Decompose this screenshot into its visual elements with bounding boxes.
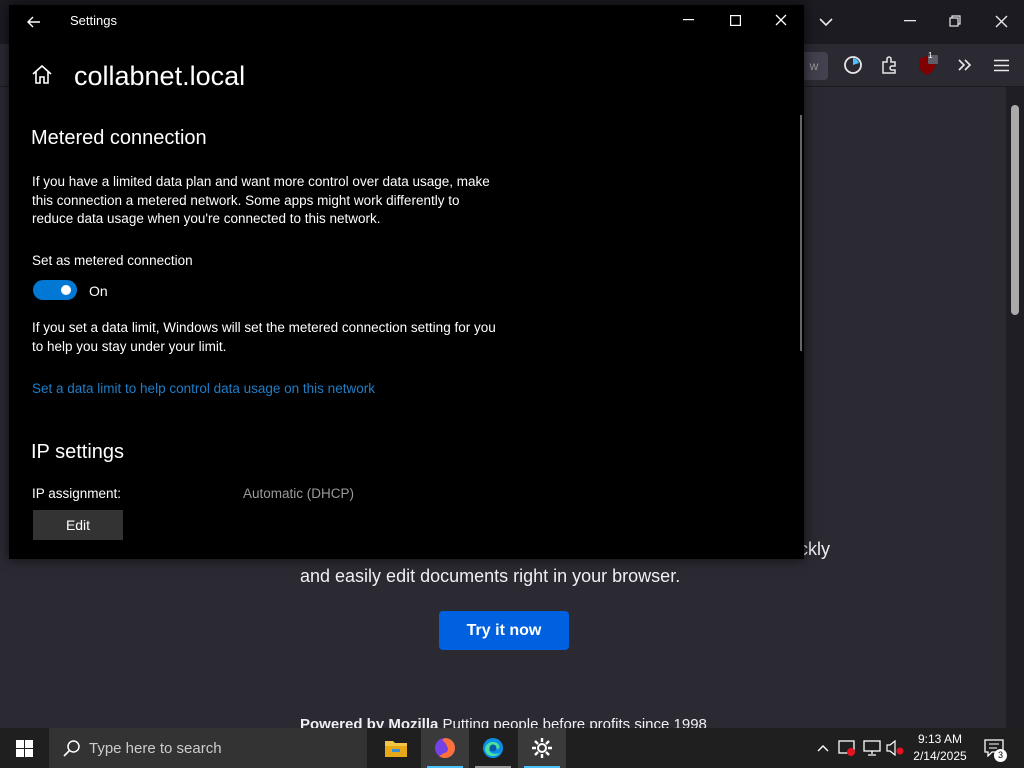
firefox-icon[interactable] bbox=[421, 728, 469, 768]
windows-start-icon[interactable] bbox=[0, 728, 48, 768]
close-icon[interactable] bbox=[758, 5, 804, 35]
firefox-scrollbar[interactable] bbox=[1006, 87, 1024, 728]
file-explorer-icon[interactable] bbox=[372, 728, 420, 768]
volume-muted-icon[interactable] bbox=[885, 728, 905, 768]
scrollbar-thumb[interactable] bbox=[1011, 105, 1019, 315]
notification-center-icon[interactable] bbox=[980, 728, 1008, 768]
data-limit-text: If you set a data limit, Windows will se… bbox=[32, 320, 496, 354]
toggle-knob bbox=[61, 285, 71, 295]
metered-heading: Metered connection bbox=[31, 127, 207, 149]
network-name-heading: collabnet.local bbox=[74, 61, 246, 91]
edge-icon[interactable] bbox=[469, 728, 517, 768]
home-icon[interactable] bbox=[31, 63, 55, 89]
pocket-timer-icon[interactable] bbox=[838, 50, 868, 80]
system-clock[interactable]: 9:13 AM 2/14/2025 bbox=[905, 731, 975, 765]
close-icon[interactable] bbox=[984, 4, 1018, 38]
minimize-icon[interactable] bbox=[665, 5, 711, 35]
url-bar-fragment[interactable]: w bbox=[800, 52, 828, 80]
extensions-icon[interactable] bbox=[874, 50, 904, 80]
taskbar: Type here to search 9:13 AM 2/14/2025 3 bbox=[0, 728, 1024, 768]
settings-scrollbar[interactable] bbox=[800, 115, 802, 351]
data-limit-link[interactable]: Set a data limit to help control data us… bbox=[32, 381, 375, 396]
notification-count-badge: 3 bbox=[994, 749, 1007, 762]
settings-gear-icon[interactable] bbox=[518, 728, 566, 768]
metered-toggle[interactable] bbox=[33, 280, 77, 300]
tray-chevron-up-icon[interactable] bbox=[813, 728, 833, 768]
clock-time: 9:13 AM bbox=[917, 732, 963, 746]
ip-assignment-label: IP assignment: bbox=[32, 486, 122, 501]
metered-toggle-label: Set as metered connection bbox=[32, 253, 193, 268]
clock-date: 2/14/2025 bbox=[913, 749, 967, 763]
search-icon bbox=[63, 740, 80, 757]
ip-assignment-value: Automatic (DHCP) bbox=[243, 486, 355, 501]
maximize-icon[interactable] bbox=[712, 5, 758, 35]
minimize-icon[interactable] bbox=[893, 4, 927, 38]
extension-badge: 1 bbox=[928, 51, 933, 60]
back-arrow-icon[interactable] bbox=[23, 8, 45, 36]
security-alert-icon[interactable] bbox=[836, 728, 858, 768]
ip-settings-heading: IP settings bbox=[31, 441, 125, 463]
network-icon[interactable] bbox=[861, 728, 883, 768]
window-title: Settings bbox=[70, 13, 117, 28]
hamburger-menu-icon[interactable] bbox=[986, 50, 1016, 80]
toggle-state-label: On bbox=[89, 283, 108, 299]
metered-description: If you have a limited data plan and want… bbox=[32, 174, 490, 226]
overflow-chevron-icon[interactable] bbox=[950, 50, 980, 80]
try-it-now-button[interactable]: Try it now bbox=[439, 611, 569, 650]
settings-window: Settings collabnet.local Metered connect… bbox=[9, 5, 804, 559]
edit-button[interactable]: Edit bbox=[33, 510, 123, 540]
search-placeholder: Type here to search bbox=[89, 739, 222, 757]
chevron-down-icon[interactable] bbox=[812, 8, 840, 36]
taskbar-search-box[interactable]: Type here to search bbox=[49, 728, 367, 768]
ublock-icon[interactable]: 1 bbox=[912, 50, 942, 80]
restore-icon[interactable] bbox=[938, 4, 972, 38]
page-subtext: and easily edit documents right in your … bbox=[300, 566, 681, 586]
